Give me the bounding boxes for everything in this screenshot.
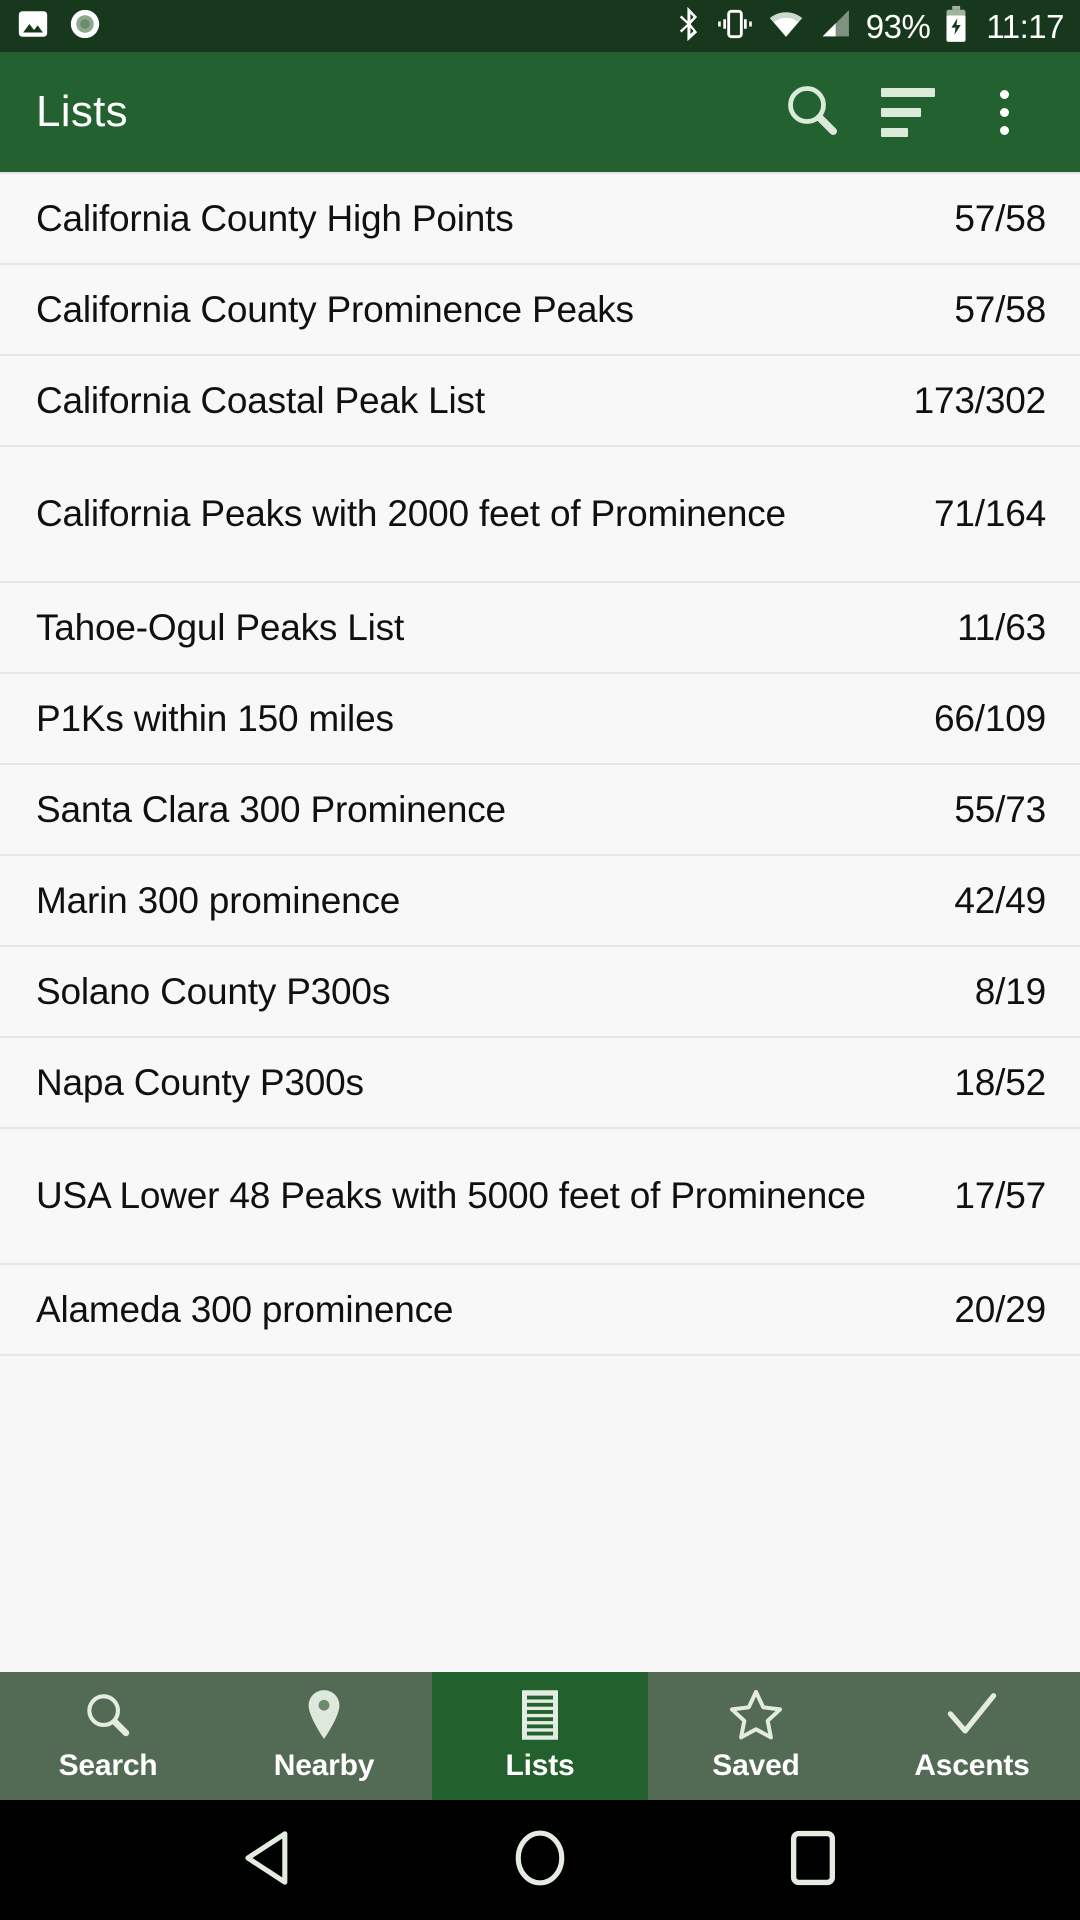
app-screen: 93% 11:17 Lists California County High P…	[0, 0, 1080, 1920]
list-count: 17/57	[954, 1175, 1046, 1216]
table-row[interactable]: Solano County P300s 8/19	[0, 947, 1080, 1038]
status-bar-notifications	[16, 7, 102, 46]
star-outline-icon	[728, 1689, 784, 1741]
list-name: California Coastal Peak List	[36, 379, 485, 421]
square-icon	[790, 1830, 836, 1891]
list-name: Marin 300 prominence	[36, 879, 401, 921]
list-count: 20/29	[954, 1288, 1046, 1330]
tab-label: Saved	[712, 1749, 800, 1782]
record-icon	[68, 7, 102, 46]
list-name: Napa County P300s	[36, 1061, 364, 1103]
list-count: 18/52	[954, 1061, 1046, 1103]
sort-button[interactable]	[860, 64, 956, 160]
tab-label: Search	[58, 1749, 158, 1782]
list-name: California County Prominence Peaks	[36, 288, 634, 330]
vibrate-icon	[716, 8, 754, 45]
overflow-menu-button[interactable]	[956, 64, 1052, 160]
tab-search[interactable]: Search	[0, 1672, 216, 1800]
tab-label: Nearby	[273, 1749, 375, 1782]
recents-button[interactable]	[758, 1805, 868, 1915]
battery-percent-label: 93%	[865, 7, 931, 45]
clock-label: 11:17	[986, 7, 1064, 45]
table-row[interactable]: Alameda 300 prominence 20/29	[0, 1265, 1080, 1356]
check-icon	[944, 1689, 1000, 1741]
list-count: 42/49	[954, 879, 1046, 921]
list-count: 8/19	[974, 970, 1046, 1012]
list-count: 57/58	[954, 197, 1046, 239]
search-icon	[782, 80, 842, 145]
tab-label: Ascents	[914, 1749, 1030, 1782]
status-bar-system-icons: 93% 11:17	[676, 5, 1064, 48]
lists-container[interactable]: California County High Points 57/58 Cali…	[0, 172, 1080, 1672]
list-count: 66/109	[934, 697, 1046, 739]
list-name: Alameda 300 prominence	[36, 1288, 454, 1330]
tab-nearby[interactable]: Nearby	[216, 1672, 432, 1800]
list-name: USA Lower 48 Peaks with 5000 feet of Pro…	[36, 1175, 866, 1217]
cellular-signal-icon	[818, 8, 852, 45]
list-name: California County High Points	[36, 197, 514, 239]
tab-lists[interactable]: Lists	[432, 1672, 648, 1800]
table-row[interactable]: USA Lower 48 Peaks with 5000 feet of Pro…	[0, 1129, 1080, 1265]
bottom-navigation-bar: Search Nearby Lists Saved Ascents	[0, 1672, 1080, 1800]
list-count: 11/63	[957, 606, 1046, 648]
page-title: Lists	[36, 87, 128, 136]
list-count: 55/73	[954, 788, 1046, 830]
sort-icon	[881, 87, 935, 137]
table-row[interactable]: California Peaks with 2000 feet of Promi…	[0, 447, 1080, 583]
tab-saved[interactable]: Saved	[648, 1672, 864, 1800]
list-name: Santa Clara 300 Prominence	[36, 788, 506, 830]
list-document-icon	[519, 1689, 561, 1741]
table-row[interactable]: Santa Clara 300 Prominence 55/73	[0, 765, 1080, 856]
triangle-left-icon	[241, 1830, 293, 1891]
table-row[interactable]: P1Ks within 150 miles 66/109	[0, 674, 1080, 765]
more-vertical-icon	[999, 89, 1009, 135]
bluetooth-icon	[676, 5, 702, 48]
back-button[interactable]	[212, 1805, 322, 1915]
tab-label: Lists	[505, 1749, 575, 1782]
app-bar-actions	[764, 64, 1052, 160]
image-icon	[16, 7, 50, 46]
table-row[interactable]: California County Prominence Peaks 57/58	[0, 265, 1080, 356]
list-name: Solano County P300s	[36, 970, 391, 1012]
status-bar: 93% 11:17	[0, 0, 1080, 52]
list-count: 71/164	[934, 493, 1046, 534]
table-row[interactable]: Napa County P300s 18/52	[0, 1038, 1080, 1129]
list-name: Tahoe-Ogul Peaks List	[36, 606, 405, 648]
table-row[interactable]: Marin 300 prominence 42/49	[0, 856, 1080, 947]
list-count: 173/302	[913, 379, 1047, 421]
list-name: P1Ks within 150 miles	[36, 697, 394, 739]
battery-charging-icon	[944, 5, 968, 48]
table-row[interactable]: Tahoe-Ogul Peaks List 11/63	[0, 583, 1080, 674]
home-button[interactable]	[485, 1805, 595, 1915]
list-name: California Peaks with 2000 feet of Promi…	[36, 493, 786, 535]
search-icon	[82, 1689, 134, 1741]
map-pin-icon	[301, 1689, 347, 1741]
wifi-icon	[768, 8, 804, 45]
search-button[interactable]	[764, 64, 860, 160]
app-bar: Lists	[0, 52, 1080, 172]
list-count: 57/58	[954, 288, 1046, 330]
android-system-navigation-bar	[0, 1800, 1080, 1920]
tab-ascents[interactable]: Ascents	[864, 1672, 1080, 1800]
table-row[interactable]: California County High Points 57/58	[0, 174, 1080, 265]
table-row[interactable]: California Coastal Peak List 173/302	[0, 356, 1080, 447]
circle-icon	[513, 1829, 567, 1892]
